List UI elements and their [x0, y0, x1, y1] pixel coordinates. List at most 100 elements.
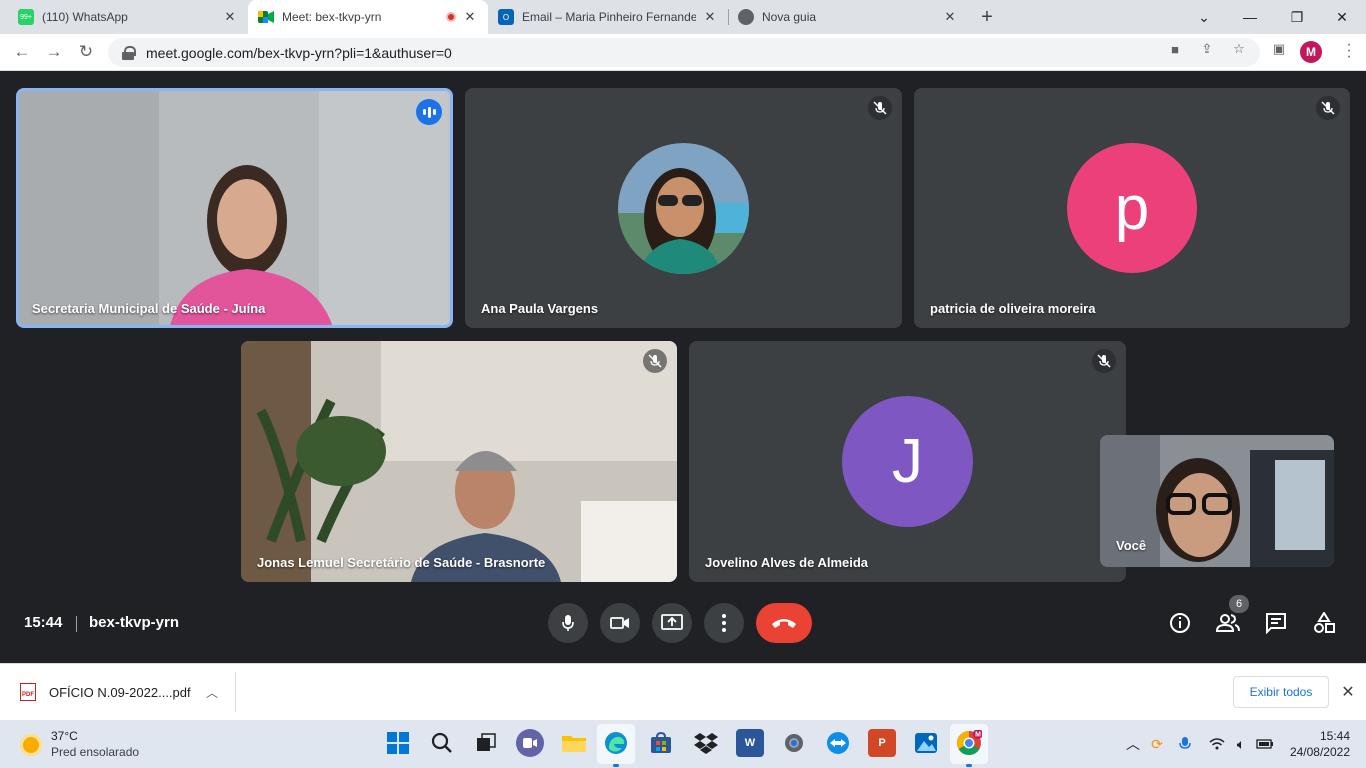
present-icon: [661, 614, 683, 630]
running-app-indicator: [613, 764, 619, 767]
restore-button[interactable]: ❐: [1285, 5, 1309, 29]
system-clock-date[interactable]: 24/08/2022: [1283, 745, 1350, 759]
teamviewer-icon[interactable]: [824, 729, 852, 757]
participant-name: Ana Paula Vargens: [481, 301, 599, 316]
close-icon[interactable]: ✕: [222, 9, 238, 25]
tab-email[interactable]: O Email – Maria Pinheiro Fernandes ✕: [488, 0, 728, 34]
people-button[interactable]: [1216, 611, 1240, 635]
leave-call-button[interactable]: [756, 603, 812, 643]
windows-taskbar: 37°C Pred ensolarado W P M ︿ ⟳ 🔈︎ 15:44 …: [0, 720, 1366, 768]
self-view-label: Você: [1116, 538, 1147, 553]
wifi-icon[interactable]: [1208, 735, 1226, 753]
teams-chat-icon[interactable]: [516, 729, 544, 757]
microsoft-store-icon[interactable]: [647, 729, 675, 757]
participant-tile[interactable]: Jonas Lemuel Secretário de Saúde - Brasn…: [241, 341, 677, 582]
windows-start-icon[interactable]: [384, 729, 412, 757]
chat-icon: [1266, 613, 1286, 634]
url-text: meet.google.com/bex-tkvp-yrn?pli=1&authu…: [146, 44, 452, 61]
system-clock-time[interactable]: 15:44: [1300, 729, 1350, 743]
participant-tile[interactable]: Secretaria Municipal de Saúde - Juína: [16, 88, 453, 328]
meeting-info-button[interactable]: [1168, 611, 1192, 635]
activities-icon: [1314, 612, 1335, 633]
close-icon[interactable]: ✕: [1340, 682, 1356, 702]
muted-mic-icon: [868, 96, 892, 120]
camera-in-use-icon[interactable]: ■: [1166, 40, 1184, 58]
profile-avatar[interactable]: M: [1300, 41, 1322, 63]
powerpoint-icon[interactable]: P: [868, 729, 896, 757]
microphone-button[interactable]: [548, 603, 588, 643]
sun-weather-icon[interactable]: [20, 734, 42, 756]
running-app-indicator: [966, 764, 972, 767]
chrome-icon[interactable]: M: [955, 729, 983, 757]
sync-icon[interactable]: ⟳: [1148, 735, 1166, 753]
word-icon[interactable]: W: [736, 729, 764, 757]
dropbox-icon[interactable]: [692, 729, 720, 757]
chevron-down-icon[interactable]: ⌄: [1192, 5, 1216, 29]
bookmark-star-icon[interactable]: ☆: [1230, 40, 1248, 58]
forward-button[interactable]: →: [42, 40, 66, 64]
task-view-icon[interactable]: [472, 729, 500, 757]
file-explorer-icon[interactable]: [560, 729, 588, 757]
avatar: [618, 143, 749, 274]
settings-gear-icon[interactable]: [780, 729, 808, 757]
photos-icon[interactable]: [912, 729, 940, 757]
weather-temperature[interactable]: 37°C: [51, 729, 78, 743]
participant-tile[interactable]: p patricia de oliveira moreira: [914, 88, 1350, 328]
chrome-profile-badge: M: [975, 732, 981, 739]
tab-whatsapp[interactable]: 99+ (110) WhatsApp ✕: [8, 0, 248, 34]
participant-name: Secretaria Municipal de Saúde - Juína: [32, 301, 266, 316]
people-icon: [1216, 614, 1240, 632]
chevron-up-icon[interactable]: ︿: [1124, 735, 1142, 753]
info-icon: [1170, 613, 1190, 633]
self-view-tile[interactable]: Você: [1100, 435, 1334, 567]
activities-button[interactable]: [1312, 611, 1336, 635]
side-panel-icon[interactable]: ▣: [1270, 40, 1288, 58]
reload-button[interactable]: ↻: [74, 40, 98, 64]
more-menu-icon[interactable]: · · ·: [1344, 37, 1354, 65]
close-icon[interactable]: ✕: [702, 9, 718, 25]
participant-tile[interactable]: J Jovelino Alves de Almeida: [689, 341, 1126, 582]
divider: [76, 616, 77, 632]
tab-title: Nova guia: [762, 10, 817, 24]
present-screen-button[interactable]: [652, 603, 692, 643]
edge-icon[interactable]: [602, 729, 630, 757]
lock-icon[interactable]: [122, 45, 136, 60]
close-icon[interactable]: ✕: [942, 9, 958, 25]
share-icon[interactable]: ⇪: [1198, 40, 1216, 58]
download-file-name: OFÍCIO N.09-2022....pdf: [49, 684, 191, 700]
meet-main: Secretaria Municipal de Saúde - Juína An…: [0, 71, 1366, 663]
tab-badge: 99+: [20, 13, 32, 21]
search-icon[interactable]: [428, 729, 456, 757]
volume-icon[interactable]: 🔈︎: [1232, 735, 1250, 753]
more-options-button[interactable]: [704, 603, 744, 643]
close-window-button[interactable]: ✕: [1330, 5, 1354, 29]
back-button[interactable]: ←: [10, 40, 34, 64]
participant-count-badge: 6: [1229, 595, 1249, 613]
whatsapp-icon: 99+: [18, 9, 34, 25]
tab-new-tab[interactable]: Nova guia ✕: [728, 0, 968, 34]
minimize-button[interactable]: —: [1238, 5, 1262, 29]
new-tab-button[interactable]: +: [976, 6, 998, 28]
muted-mic-icon: [643, 349, 667, 373]
weather-description[interactable]: Pred ensolarado: [51, 745, 139, 759]
participant-video: [19, 91, 450, 325]
outlook-icon: O: [498, 9, 514, 25]
participant-name: Jovelino Alves de Almeida: [705, 555, 869, 570]
participant-tile[interactable]: Ana Paula Vargens: [465, 88, 902, 328]
chevron-up-icon[interactable]: ︿: [206, 684, 218, 701]
address-bar[interactable]: meet.google.com/bex-tkvp-yrn?pli=1&authu…: [108, 38, 1260, 67]
microphone-tray-icon[interactable]: [1176, 735, 1194, 753]
muted-mic-icon: [1092, 349, 1116, 373]
recording-icon: [446, 12, 456, 22]
battery-icon[interactable]: [1256, 735, 1274, 753]
camera-icon: [610, 617, 629, 629]
tab-title: (110) WhatsApp: [42, 10, 128, 24]
chat-button[interactable]: [1264, 611, 1288, 635]
tab-meet[interactable]: Meet: bex-tkvp-yrn ✕: [248, 0, 488, 34]
close-icon[interactable]: ✕: [462, 9, 478, 25]
participant-name: patricia de oliveira moreira: [930, 301, 1096, 316]
download-item[interactable]: PDF OFÍCIO N.09-2022....pdf ︿: [0, 672, 236, 712]
show-all-downloads-button[interactable]: Exibir todos: [1233, 676, 1329, 708]
camera-button[interactable]: [600, 603, 640, 643]
tab-title: Meet: bex-tkvp-yrn: [282, 10, 382, 24]
